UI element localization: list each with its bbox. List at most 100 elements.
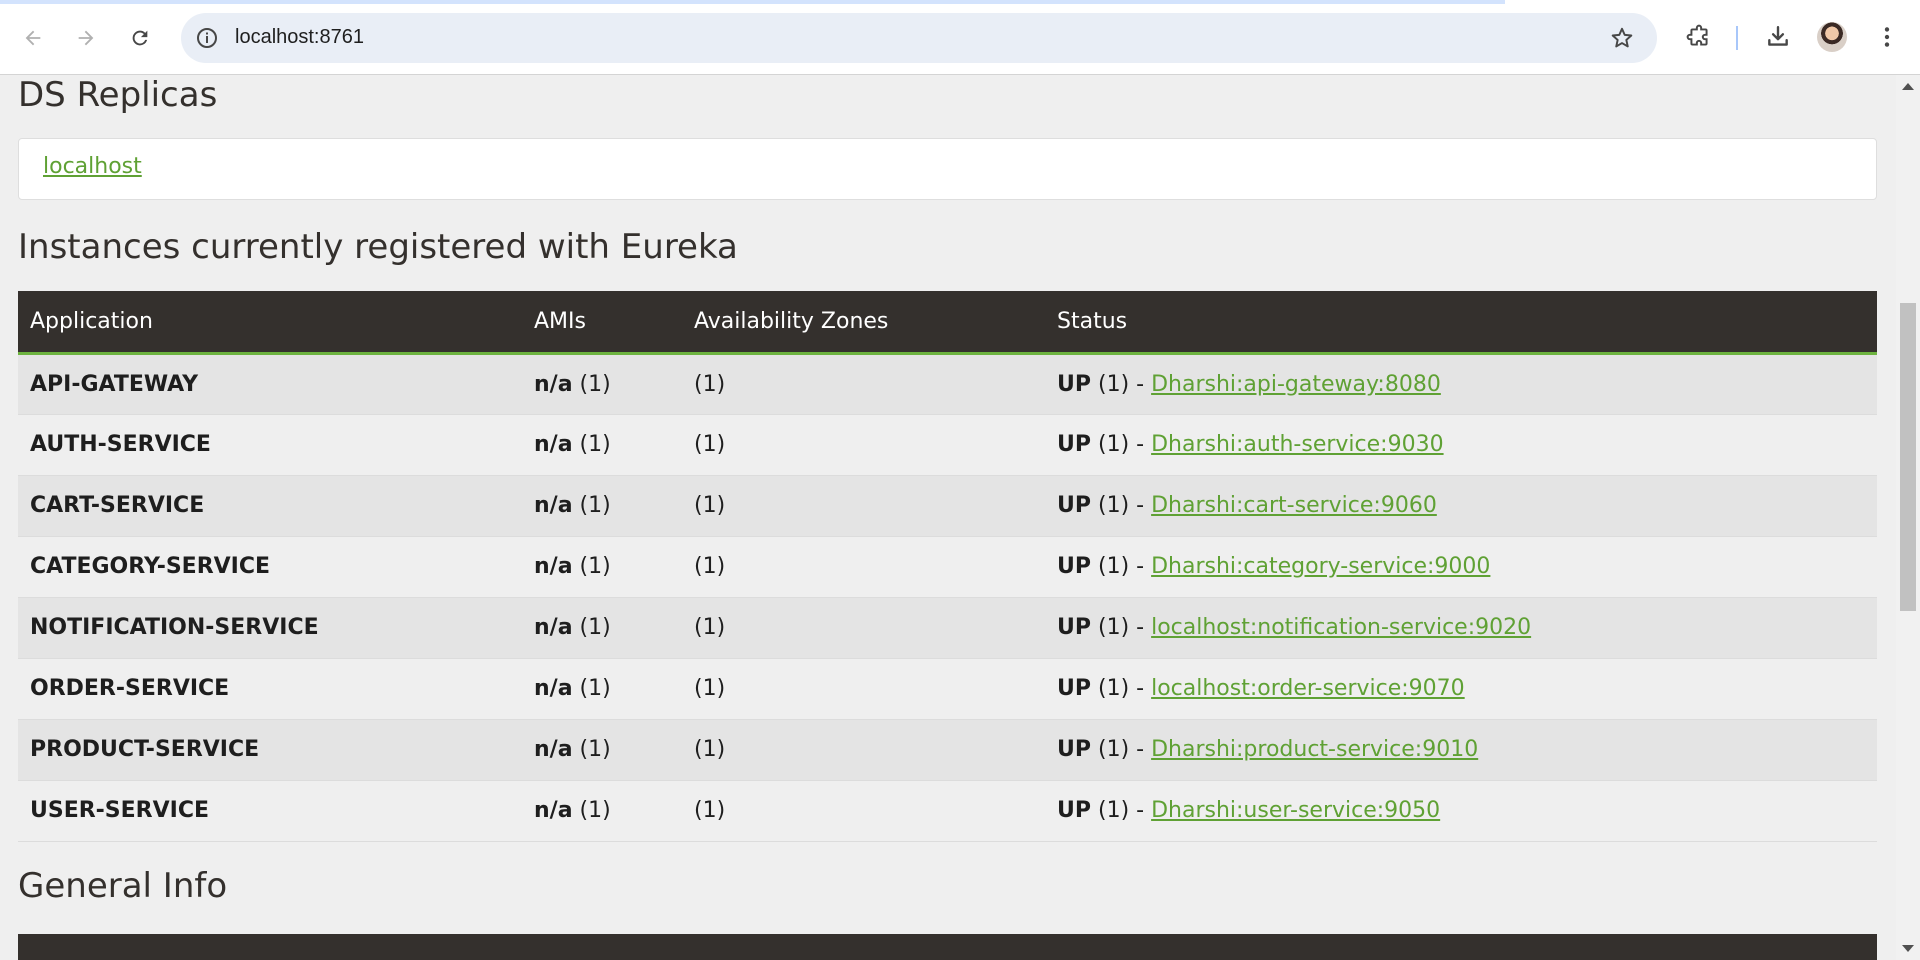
status-count: (1) -	[1091, 615, 1152, 640]
tab-strip-edge	[0, 0, 1505, 4]
status-cell: UP (1) - Dharshi:category-service:9000	[1045, 535, 1877, 597]
ds-replicas-heading: DS Replicas	[18, 75, 218, 115]
forward-button[interactable]	[66, 18, 106, 58]
scroll-up-arrow-icon[interactable]	[1902, 83, 1914, 90]
instance-link[interactable]: localhost:order-service:9070	[1151, 676, 1465, 701]
download-icon	[1768, 26, 1788, 46]
address-bar[interactable]: localhost:8761	[181, 13, 1657, 63]
ami-cell: n/a (1)	[522, 718, 682, 780]
scroll-down-arrow-icon[interactable]	[1902, 945, 1914, 952]
ami-cell: n/a (1)	[522, 779, 682, 841]
zones-cell: (1)	[682, 718, 1045, 780]
ami-value: n/a	[534, 371, 573, 397]
puzzle-icon	[1686, 24, 1708, 46]
application-name: AUTH-SERVICE	[18, 413, 522, 475]
table-header-row: Application AMIs Availability Zones Stat…	[18, 291, 1877, 355]
url-text[interactable]: localhost:8761	[235, 26, 364, 49]
zones-cell: (1)	[682, 413, 1045, 475]
table-row: API-GATEWAY n/a (1) (1) UP (1) - Dharshi…	[18, 352, 1877, 414]
status-cell: UP (1) - Dharshi:product-service:9010	[1045, 718, 1877, 780]
kebab-menu-icon	[1884, 27, 1890, 47]
ami-cell: n/a (1)	[522, 657, 682, 719]
extensions-button[interactable]	[1682, 20, 1716, 54]
zones-cell: (1)	[682, 596, 1045, 658]
table-row: NOTIFICATION-SERVICE n/a (1) (1) UP (1) …	[18, 596, 1877, 658]
status-up: UP	[1057, 737, 1091, 762]
ami-cell: n/a (1)	[522, 352, 682, 414]
application-name: ORDER-SERVICE	[18, 657, 522, 719]
table-row: USER-SERVICE n/a (1) (1) UP (1) - Dharsh…	[18, 779, 1877, 841]
application-name: USER-SERVICE	[18, 779, 522, 841]
status-up: UP	[1057, 615, 1091, 640]
profile-avatar[interactable]	[1817, 22, 1847, 52]
instance-link[interactable]: localhost:notification-service:9020	[1151, 615, 1531, 640]
ami-value: n/a	[534, 554, 573, 579]
zones-cell: (1)	[682, 474, 1045, 536]
instances-heading: Instances currently registered with Eure…	[18, 227, 738, 267]
instance-link[interactable]: Dharshi:auth-service:9030	[1151, 432, 1443, 457]
arrow-right-icon	[78, 30, 94, 46]
ami-value: n/a	[534, 676, 573, 701]
instance-link[interactable]: Dharshi:api-gateway:8080	[1151, 372, 1441, 397]
status-count: (1) -	[1091, 676, 1152, 701]
scroll-thumb[interactable]	[1900, 303, 1916, 611]
page-viewport: DS Replicas localhost Instances currentl…	[0, 75, 1896, 960]
instance-link[interactable]: Dharshi:cart-service:9060	[1151, 493, 1437, 518]
status-cell: UP (1) - Dharshi:cart-service:9060	[1045, 474, 1877, 536]
table-row: PRODUCT-SERVICE n/a (1) (1) UP (1) - Dha…	[18, 718, 1877, 780]
replica-list: localhost	[18, 138, 1877, 200]
ami-count: (1)	[572, 615, 611, 640]
ami-count: (1)	[572, 371, 611, 397]
general-info-table-header	[18, 934, 1877, 960]
browser-toolbar: localhost:8761	[0, 0, 1920, 75]
ami-count: (1)	[572, 432, 611, 457]
ami-value: n/a	[534, 432, 573, 457]
status-cell: UP (1) - Dharshi:user-service:9050	[1045, 779, 1877, 841]
page-scrollbar[interactable]	[1896, 75, 1920, 960]
column-status: Status	[1045, 291, 1877, 355]
ami-cell: n/a (1)	[522, 474, 682, 536]
zones-cell: (1)	[682, 535, 1045, 597]
ami-count: (1)	[572, 676, 611, 701]
instances-table: Application AMIs Availability Zones Stat…	[18, 291, 1877, 841]
bookmark-star-icon[interactable]	[1609, 25, 1635, 51]
instance-link[interactable]: Dharshi:product-service:9010	[1151, 737, 1478, 762]
ami-cell: n/a (1)	[522, 413, 682, 475]
ami-value: n/a	[534, 798, 573, 824]
ami-count: (1)	[572, 737, 611, 762]
application-name: NOTIFICATION-SERVICE	[18, 596, 522, 658]
application-name: CART-SERVICE	[18, 474, 522, 536]
status-up: UP	[1057, 554, 1091, 579]
replica-link[interactable]: localhost	[43, 154, 142, 179]
status-count: (1) -	[1091, 798, 1152, 824]
column-application: Application	[18, 291, 522, 355]
column-availability-zones: Availability Zones	[682, 291, 1045, 355]
site-info-icon[interactable]	[195, 26, 219, 50]
downloads-button[interactable]	[1761, 20, 1795, 54]
ami-value: n/a	[534, 615, 573, 640]
status-count: (1) -	[1091, 554, 1152, 579]
reload-button[interactable]	[120, 18, 160, 58]
status-cell: UP (1) - Dharshi:api-gateway:8080	[1045, 352, 1877, 414]
menu-button[interactable]	[1870, 20, 1904, 54]
ami-count: (1)	[572, 493, 611, 518]
ami-value: n/a	[534, 493, 573, 518]
instance-link[interactable]: Dharshi:category-service:9000	[1151, 554, 1490, 579]
status-cell: UP (1) - localhost:order-service:9070	[1045, 657, 1877, 719]
status-count: (1) -	[1091, 737, 1152, 762]
table-body: API-GATEWAY n/a (1) (1) UP (1) - Dharshi…	[18, 352, 1877, 841]
instance-link[interactable]: Dharshi:user-service:9050	[1151, 798, 1440, 823]
application-name: CATEGORY-SERVICE	[18, 535, 522, 597]
status-count: (1) -	[1091, 493, 1152, 518]
ami-count: (1)	[572, 554, 611, 579]
status-up: UP	[1057, 432, 1091, 457]
arrow-left-icon	[25, 30, 41, 46]
reload-icon	[132, 30, 148, 46]
ami-cell: n/a (1)	[522, 535, 682, 597]
back-button[interactable]	[13, 18, 53, 58]
application-name: PRODUCT-SERVICE	[18, 718, 522, 780]
table-row: CART-SERVICE n/a (1) (1) UP (1) - Dharsh…	[18, 474, 1877, 536]
zones-cell: (1)	[682, 352, 1045, 414]
ami-cell: n/a (1)	[522, 596, 682, 658]
table-bottom-rule	[18, 841, 1877, 842]
